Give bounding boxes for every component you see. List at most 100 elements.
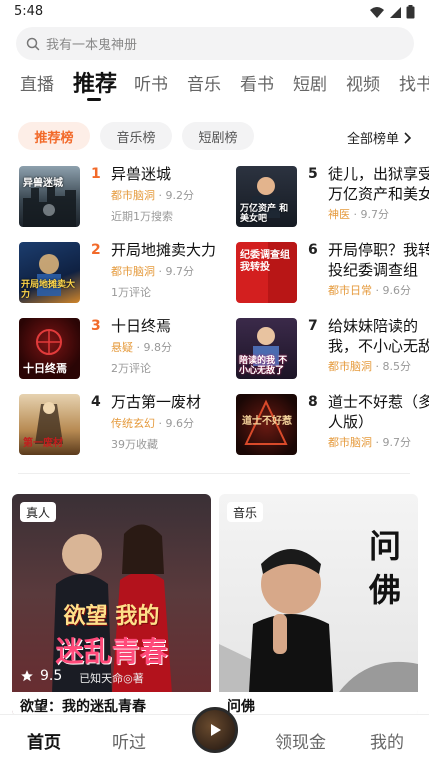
rank-number: 6 <box>308 242 318 258</box>
tab-live[interactable]: 直播 <box>20 70 54 95</box>
content-card-music[interactable]: 问佛 音乐 问佛 <box>219 494 418 716</box>
nav-profile[interactable]: 我的 <box>370 728 404 753</box>
book-title: 异兽迷城 <box>111 165 172 183</box>
tab-short-drama[interactable]: 短剧 <box>293 70 327 95</box>
book-cover: 第一废材 <box>19 394 80 455</box>
card-badge: 音乐 <box>227 502 264 522</box>
rank-number: 3 <box>91 318 101 334</box>
card-title: 欲望：我的迷乱青春 <box>12 692 211 716</box>
ranking-item-6[interactable]: 纪委调查组 我转投 6 开局停职？我转投纪委调查组 都市日常 · 9.6分 <box>236 241 429 304</box>
cover-title-line1: 欲望 我的 <box>63 604 160 629</box>
book-meta: 都市脑洞 · 9.2分 <box>111 189 195 202</box>
book-score: 9.8分 <box>143 341 173 354</box>
book-score: 9.7分 <box>165 265 195 278</box>
ranking-item-3[interactable]: 十日终焉 3 十日终焉 悬疑 · 9.8分 2万评论 <box>19 317 224 380</box>
nav-earn-cash[interactable]: 领现金 <box>275 728 326 753</box>
nav-history[interactable]: 听过 <box>112 728 146 753</box>
book-cover: 陪读的我 不小心无敌了 <box>236 318 297 379</box>
tab-recommend[interactable]: 推荐 <box>73 66 117 98</box>
chip-label: 推荐榜 <box>34 130 74 146</box>
wifi-icon <box>370 6 384 18</box>
ranking-item-8[interactable]: 道士不好惹 8 道士不好惹（多人版） 都市脑洞 · 9.7分 <box>236 393 429 456</box>
tab-audiobook[interactable]: 听书 <box>134 70 168 95</box>
rank-number: 4 <box>91 394 101 410</box>
book-title: 给妹妹陪读的我，不小心无敌了 <box>328 317 429 355</box>
star-icon <box>21 670 33 682</box>
book-cover: 开局地摊卖大力 <box>19 242 80 303</box>
book-score: 9.2分 <box>165 189 195 202</box>
cover-title: 道士不好惹 <box>242 416 292 427</box>
content-card-drama[interactable]: 欲望 我的 迷乱青春 已知天命◎著 真人 9.5 欲望：我的迷乱青春 <box>12 494 211 716</box>
tab-find-books[interactable]: 找书 <box>399 70 429 95</box>
all-charts-label: 全部榜单 <box>346 132 399 147</box>
bottom-navigation: 首页 听过 领现金 我的 <box>0 707 429 762</box>
book-meta: 都市日常 · 9.6分 <box>328 284 412 297</box>
active-tab-indicator <box>87 98 101 101</box>
book-stat: 39万收藏 <box>111 438 158 451</box>
book-meta: 神医 · 9.7分 <box>328 208 390 221</box>
book-cover: 万亿资产 和美女吧 <box>236 166 297 227</box>
play-icon <box>211 724 221 736</box>
book-score: 8.5分 <box>382 360 412 373</box>
mini-player-button[interactable] <box>192 707 238 753</box>
book-score: 9.6分 <box>382 284 412 297</box>
book-score: 9.6分 <box>165 417 195 430</box>
tab-read[interactable]: 看书 <box>240 70 274 95</box>
tab-music[interactable]: 音乐 <box>187 70 221 95</box>
book-title: 开局地摊卖大力 <box>111 241 217 259</box>
badge-label: 真人 <box>26 505 51 520</box>
status-time: 5:48 <box>14 4 44 19</box>
book-cover: 十日终焉 <box>19 318 80 379</box>
book-genre: 悬疑 <box>111 341 133 354</box>
system-icons <box>369 5 415 19</box>
book-meta: 都市脑洞 · 8.5分 <box>328 360 412 373</box>
battery-icon <box>406 5 415 19</box>
chip-recommend-chart[interactable]: 推荐榜 <box>18 122 90 150</box>
chip-drama-chart[interactable]: 短剧榜 <box>182 122 254 150</box>
book-meta: 都市脑洞 · 9.7分 <box>111 265 195 278</box>
ranking-item-2[interactable]: 开局地摊卖大力 2 开局地摊卖大力 都市脑洞 · 9.7分 1万评论 <box>19 241 224 304</box>
cover-title: 开局地摊卖大力 <box>21 280 76 300</box>
cover-title: 万亿资产 和美女吧 <box>240 204 289 224</box>
book-genre: 都市日常 <box>328 284 372 297</box>
chevron-right-icon <box>404 131 411 144</box>
cover-title: 第一废材 <box>23 438 63 449</box>
cover-title: 十日终焉 <box>23 362 67 375</box>
ranking-item-5[interactable]: 万亿资产 和美女吧 5 徒儿，出狱享受万亿资产和美女 神医 · 9.7分 <box>236 165 429 228</box>
cover-title: 纪委调查组 我转投 <box>240 250 290 273</box>
book-genre: 神医 <box>328 208 350 221</box>
book-meta: 传统玄幻 · 9.6分 <box>111 417 195 430</box>
book-score: 9.7分 <box>360 208 390 221</box>
status-bar: 5:48 <box>0 0 429 24</box>
book-genre: 都市脑洞 <box>111 265 155 278</box>
book-stat: 近期1万搜索 <box>111 210 173 223</box>
book-title: 道士不好惹（多人版） <box>328 393 429 431</box>
rank-number: 7 <box>308 318 318 334</box>
card-rating: 9.5 <box>20 668 62 684</box>
rank-number: 2 <box>91 242 101 258</box>
book-genre: 都市脑洞 <box>111 189 155 202</box>
card-badge: 真人 <box>20 502 57 522</box>
book-cover: 异兽迷城 <box>19 166 80 227</box>
search-bar[interactable]: 我有一本鬼神册 <box>16 27 414 60</box>
book-stat: 2万评论 <box>111 362 151 375</box>
badge-label: 音乐 <box>233 505 258 520</box>
tab-video[interactable]: 视频 <box>346 70 380 95</box>
signal-icon <box>390 6 401 18</box>
all-charts-link[interactable]: 全部榜单 <box>347 128 411 147</box>
nav-home[interactable]: 首页 <box>27 728 61 753</box>
book-title: 万古第一废材 <box>111 393 202 411</box>
section-divider <box>18 473 410 474</box>
book-title: 十日终焉 <box>111 317 172 335</box>
ranking-item-1[interactable]: 异兽迷城 1 异兽迷城 都市脑洞 · 9.2分 近期1万搜索 <box>19 165 224 228</box>
search-placeholder: 我有一本鬼神册 <box>46 38 138 53</box>
chip-label: 短剧榜 <box>198 130 238 146</box>
ranking-item-7[interactable]: 陪读的我 不小心无敌了 7 给妹妹陪读的我，不小心无敌了 都市脑洞 · 8.5分 <box>236 317 429 380</box>
book-cover: 道士不好惹 <box>236 394 297 455</box>
ranking-item-4[interactable]: 第一废材 4 万古第一废材 传统玄幻 · 9.6分 39万收藏 <box>19 393 224 456</box>
rating-value: 9.5 <box>40 668 63 684</box>
chip-label: 音乐榜 <box>116 130 156 146</box>
book-meta: 都市脑洞 · 9.7分 <box>328 436 411 449</box>
book-title: 开局停职？我转投纪委调查组 <box>328 241 429 279</box>
chip-music-chart[interactable]: 音乐榜 <box>100 122 172 150</box>
